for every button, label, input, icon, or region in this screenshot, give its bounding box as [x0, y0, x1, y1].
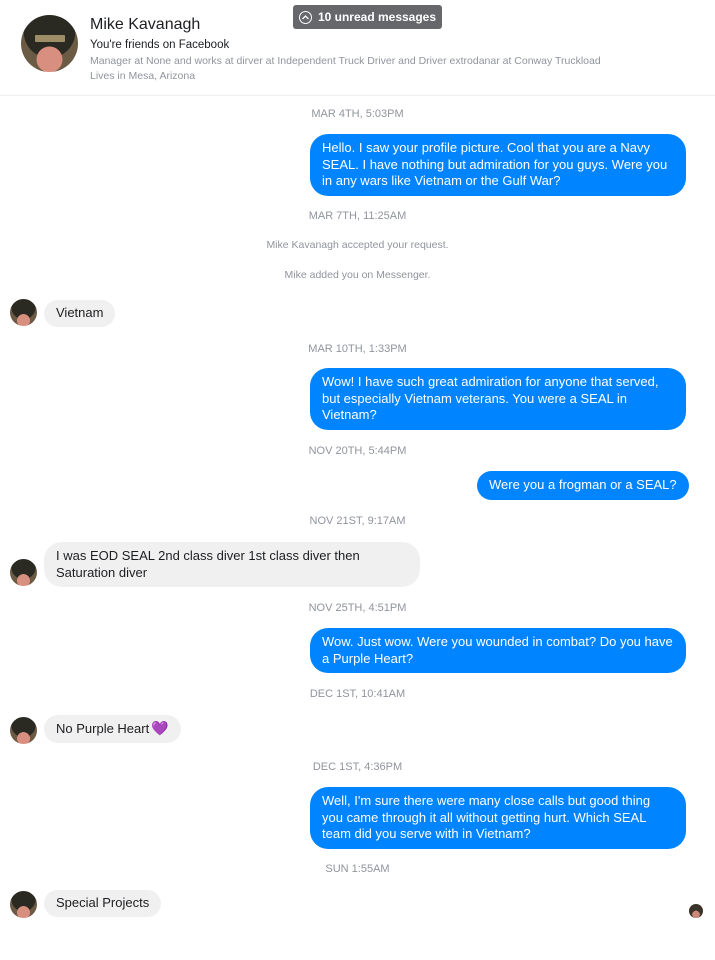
- chevron-up-circle-icon: [298, 10, 312, 24]
- incoming-message[interactable]: Vietnam: [44, 300, 116, 327]
- system-message: Mike added you on Messenger.: [284, 269, 431, 281]
- work-info: Manager at None and works at dirver at I…: [90, 55, 601, 67]
- timestamp: NOV 20TH, 5:44PM: [308, 445, 407, 457]
- contact-avatar[interactable]: [10, 299, 37, 326]
- contact-avatar[interactable]: [10, 891, 37, 918]
- incoming-message-text: No Purple Heart: [56, 721, 150, 736]
- system-message: Mike Kavanagh accepted your request.: [266, 239, 449, 251]
- purple-heart-icon: 💜: [151, 720, 169, 736]
- timestamp: DEC 1ST, 10:41AM: [309, 688, 406, 700]
- location-info: Lives in Mesa, Arizona: [90, 70, 196, 82]
- timestamp: DEC 1ST, 4:36PM: [312, 761, 403, 773]
- profile-avatar[interactable]: [21, 15, 78, 72]
- contact-avatar[interactable]: [10, 559, 37, 586]
- timestamp: SUN 1:55AM: [325, 863, 390, 875]
- unread-messages-button[interactable]: 10 unread messages: [293, 5, 442, 29]
- unread-label: 10 unread messages: [317, 10, 437, 24]
- timestamp: MAR 10TH, 1:33PM: [308, 343, 407, 355]
- incoming-message[interactable]: Special Projects: [44, 890, 162, 917]
- timestamp: MAR 4TH, 5:03PM: [311, 108, 404, 120]
- timestamp: NOV 25TH, 4:51PM: [308, 602, 407, 614]
- outgoing-message[interactable]: Wow. Just wow. Were you wounded in comba…: [310, 628, 686, 673]
- outgoing-message[interactable]: Hello. I saw your profile picture. Cool …: [310, 134, 686, 196]
- outgoing-message[interactable]: Were you a frogman or a SEAL?: [477, 471, 689, 500]
- incoming-message[interactable]: I was EOD SEAL 2nd class diver 1st class…: [44, 542, 420, 587]
- timestamp: MAR 7TH, 11:25AM: [308, 210, 407, 222]
- outgoing-message[interactable]: Well, I'm sure there were many close cal…: [310, 787, 686, 849]
- contact-name[interactable]: Mike Kavanagh: [90, 16, 200, 34]
- outgoing-message[interactable]: Wow! I have such great admiration for an…: [310, 368, 686, 430]
- contact-avatar[interactable]: [10, 717, 37, 744]
- incoming-message[interactable]: No Purple Heart 💜: [44, 715, 181, 743]
- friends-status: You're friends on Facebook: [90, 39, 230, 51]
- seen-avatar-icon: [689, 904, 703, 918]
- timestamp: NOV 21ST, 9:17AM: [309, 515, 406, 527]
